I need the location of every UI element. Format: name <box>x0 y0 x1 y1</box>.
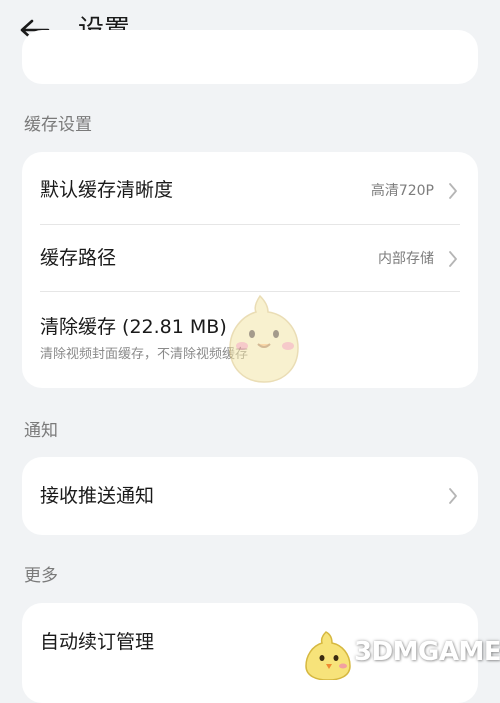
chevron-right-icon <box>449 251 457 267</box>
row-title: 默认缓存清晰度 <box>40 179 174 201</box>
previous-settings-card <box>22 30 478 84</box>
section-header-more: 更多 <box>24 566 58 586</box>
row-title: 清除缓存 (22.81 MB) <box>40 316 227 338</box>
notify-settings-card: 接收推送通知 <box>22 457 478 535</box>
row-value: 高清720P <box>370 183 434 199</box>
receive-push-notification-row[interactable]: 接收推送通知 <box>22 457 478 535</box>
row-title: 缓存路径 <box>40 247 117 269</box>
row-title: 自动续订管理 <box>40 631 155 653</box>
cache-path-row[interactable]: 缓存路径 内部存储 <box>22 225 478 291</box>
cache-settings-card: 默认缓存清晰度 高清720P 缓存路径 内部存储 清除缓存 (22.81 MB)… <box>22 152 478 388</box>
row-value: 内部存储 <box>378 251 434 267</box>
clear-cache-row[interactable]: 清除缓存 (22.81 MB) 清除视频封面缓存，不清除视频缓存 <box>22 292 478 388</box>
chevron-right-icon <box>449 183 457 199</box>
section-header-cache: 缓存设置 <box>24 115 92 135</box>
more-settings-card: 自动续订管理 <box>22 603 478 703</box>
auto-renew-management-row[interactable]: 自动续订管理 <box>22 603 478 680</box>
default-cache-quality-row[interactable]: 默认缓存清晰度 高清720P <box>22 152 478 224</box>
row-title: 接收推送通知 <box>40 485 155 507</box>
section-header-notify: 通知 <box>24 421 58 441</box>
chevron-right-icon <box>449 488 457 504</box>
row-subtitle: 清除视频封面缓存，不清除视频缓存 <box>40 347 249 362</box>
